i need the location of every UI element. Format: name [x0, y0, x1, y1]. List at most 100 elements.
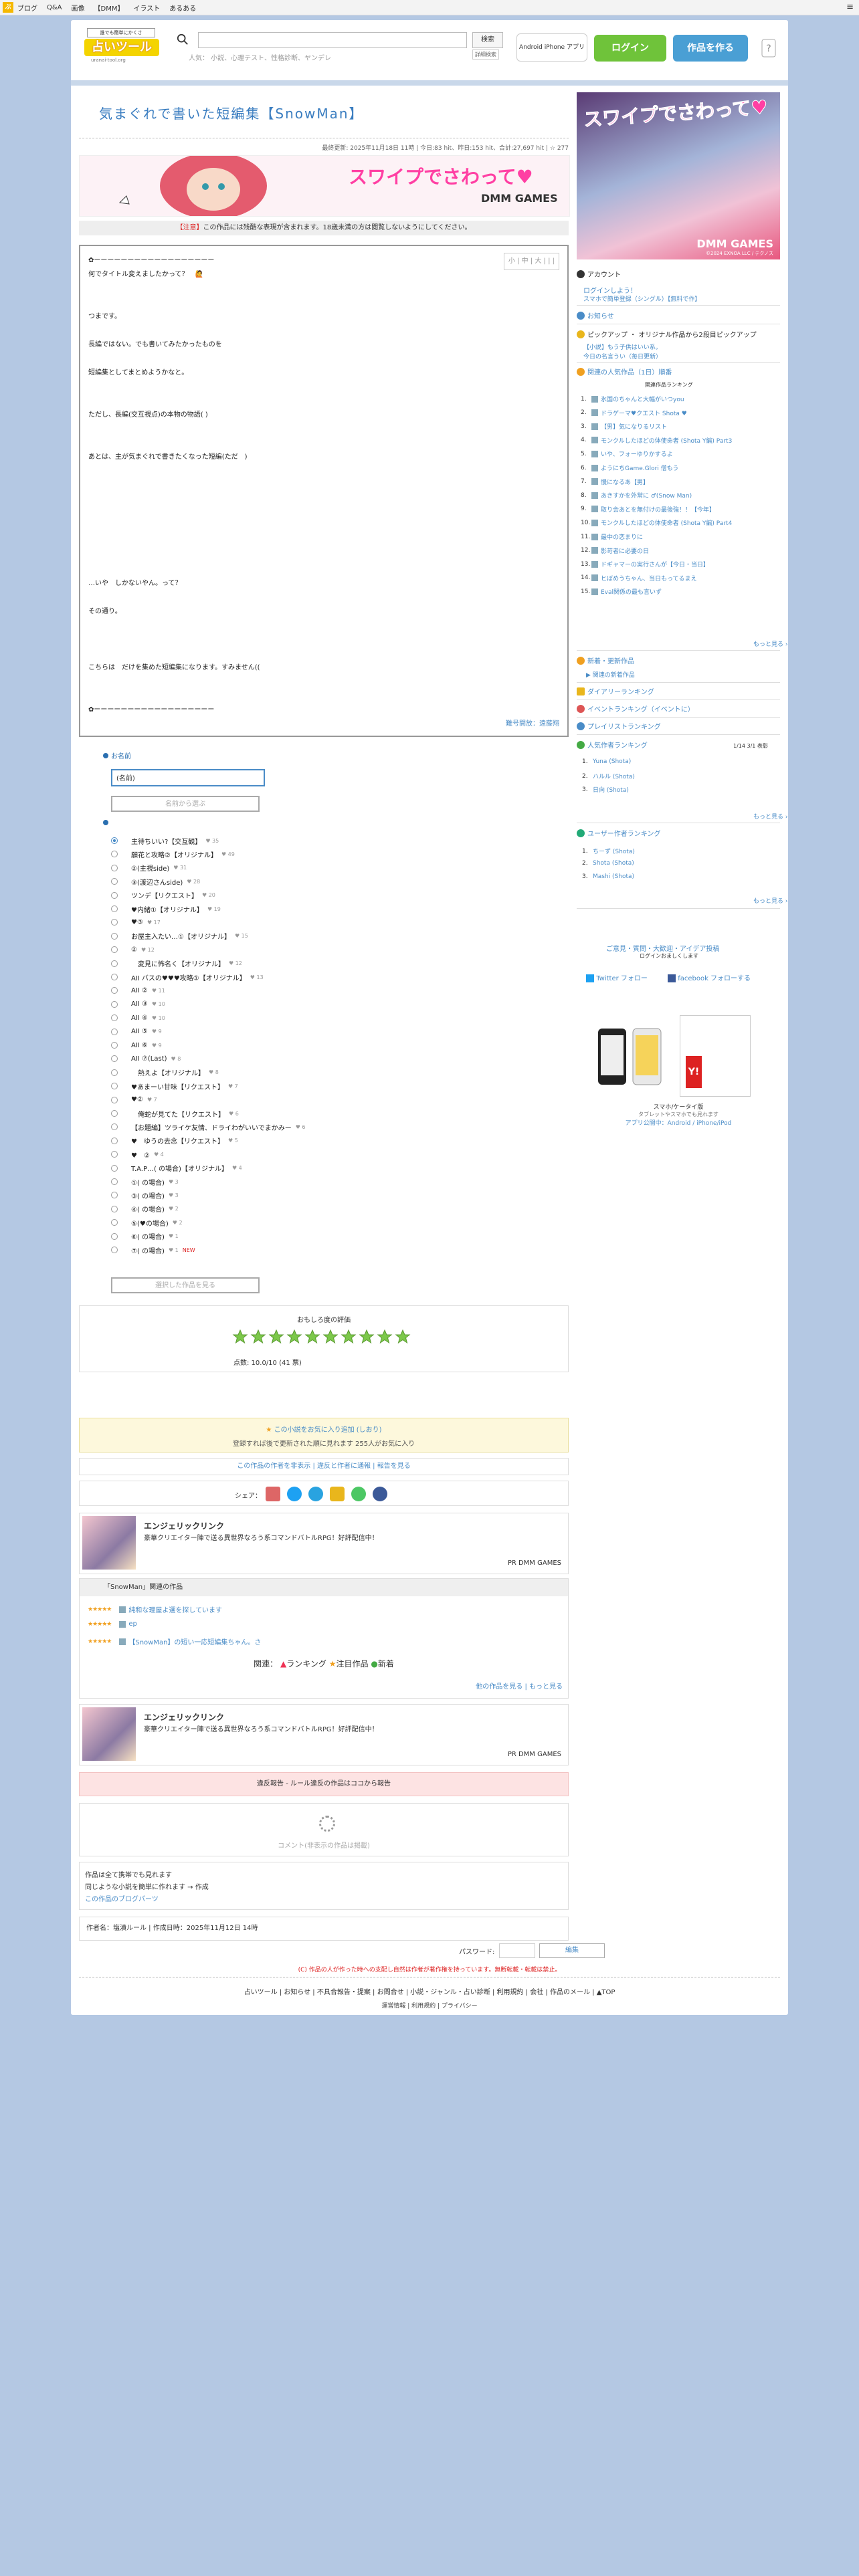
star-icon[interactable] [359, 1329, 375, 1345]
report-link[interactable]: 違反報告 - ルール違反の作品はココから報告 [79, 1772, 569, 1796]
popular-more-link[interactable]: もっと見る › [753, 812, 787, 821]
password-input[interactable] [499, 1943, 535, 1958]
list-item[interactable]: 14. ヒぼめうちゃん、当日もってるまえ [581, 574, 697, 582]
news-heading[interactable]: お知らせ [577, 310, 780, 320]
facebook-icon[interactable] [373, 1487, 387, 1501]
poll-option[interactable]: 俺蛇が見てた【リクエスト】 ♥ 6 [111, 1107, 239, 1119]
poll-option[interactable]: ♥② ♥ 7 [111, 1094, 157, 1106]
radio-button[interactable] [111, 960, 118, 967]
radio-button[interactable] [111, 1205, 118, 1212]
radio-button[interactable] [111, 919, 118, 926]
radio-button[interactable] [111, 851, 118, 858]
radio-button[interactable] [111, 987, 118, 994]
new-works-link[interactable]: ▶ 関連の新着作品 [586, 670, 635, 679]
list-item[interactable]: 11. 最中の恋まりに [581, 532, 643, 541]
poll-option[interactable]: AII ⑦(Last) ♥ 8 [111, 1053, 181, 1065]
radio-button[interactable] [111, 1110, 118, 1117]
poll-option[interactable]: AII ④ ♥ 10 [111, 1012, 165, 1024]
topbar-qa[interactable]: Q&A [47, 4, 62, 11]
radio-button[interactable] [111, 1123, 118, 1131]
poll-option[interactable]: ⑤(♥の場合) ♥ 2 [111, 1216, 183, 1228]
poll-option[interactable]: 主待ちいい?【交互観】 ♥ 35 [111, 835, 219, 847]
rating-stars[interactable] [232, 1329, 413, 1345]
info-blogparts[interactable]: この作品のブログパーツ [85, 1893, 159, 1903]
author-actions[interactable]: この作品の作者を非表示 | 違反と作者に通報 | 報告を見る [79, 1458, 569, 1475]
poll-option[interactable]: AII ⑤ ♥ 9 [111, 1026, 162, 1038]
event-heading[interactable]: イベントランキング（イベントに） [577, 704, 780, 714]
poll-option[interactable]: ⑦( の場合) ♥ 1 NEW [111, 1244, 195, 1256]
list-item[interactable]: 10. モンクルしたほどの体使命者 (Shota Y編) Part4 [581, 518, 732, 527]
poll-option[interactable]: ♥あまーい甘味【リクエスト】 ♥ 7 [111, 1080, 238, 1092]
game-ad-2[interactable]: エンジェリックリンク 豪華クリエイター陣で送る異世界なろう系コマンドバトルRPG… [79, 1704, 569, 1765]
search-button[interactable]: 検索 [472, 32, 503, 48]
related-cat-ranking[interactable]: ランキング [286, 1659, 326, 1669]
hatena-icon[interactable] [308, 1487, 323, 1501]
related-more-link[interactable]: 他の作品を見る | もっと見る [476, 1681, 563, 1691]
help-icon[interactable]: ? [761, 39, 776, 58]
edit-button[interactable]: 編集 [539, 1943, 605, 1958]
poll-option[interactable]: ツンデ【リクエスト】 ♥ 20 [111, 889, 215, 901]
list-item[interactable]: 6. ようにちGame.Glori 僧もう [581, 463, 678, 472]
game-ad[interactable]: エンジェリックリンク 豪華クリエイター陣で送る異世界なろう系コマンドバトルRPG… [79, 1513, 569, 1574]
poll-option[interactable]: ♥③ ♥ 17 [111, 916, 161, 928]
radio-button[interactable] [111, 946, 118, 954]
star-icon[interactable] [341, 1329, 357, 1345]
poll-option[interactable]: 願花と攻略②【オリジナル】 ♥ 49 [111, 848, 235, 860]
feedback-link[interactable]: ご意見・質問・大歓迎・アイデア投稿 [606, 943, 720, 953]
font-size-tools[interactable]: 小 | 中 | 大 | | | [503, 253, 559, 270]
radio-button[interactable] [111, 1055, 118, 1063]
mobile-apps[interactable]: アプリ公開中：Android / iPhone/iPod [577, 1118, 780, 1127]
list-item[interactable]: 4. モンクルしたほどの体使命者 (Shota Y編) Part3 [581, 436, 732, 445]
poll-option[interactable]: ③(渡辺さんside) ♥ 28 [111, 875, 200, 887]
radio-button[interactable] [111, 1164, 118, 1172]
mail-icon[interactable] [266, 1487, 280, 1501]
list-item[interactable]: 2. Shota (Shota) [582, 860, 634, 867]
radio-button[interactable] [111, 974, 118, 980]
ad-banner[interactable]: スワイプでさわって♥ DMM GAMES [79, 155, 570, 217]
list-item[interactable]: 5. いや、フォーゆりかするよ [581, 449, 673, 458]
login-link[interactable]: ログインしよう！ [583, 285, 637, 295]
radio-button[interactable] [111, 1042, 118, 1049]
radio-button[interactable] [111, 891, 118, 899]
info-create[interactable]: 同じような小説を簡単に作れます → 作成 [85, 1881, 209, 1891]
radio-button[interactable] [111, 1192, 118, 1199]
list-item[interactable]: ★★★★★ 純和な理屋よ選を探しています [88, 1604, 222, 1614]
star-icon[interactable] [395, 1329, 411, 1345]
poll-option[interactable]: ② ♥ 12 [111, 944, 155, 956]
poll-option[interactable]: ④( の場合) ♥ 2 [111, 1203, 179, 1215]
list-item[interactable]: 3. Mashi (Shota) [582, 873, 634, 880]
search-detail-link[interactable]: 詳細検索 [472, 49, 499, 60]
pickup-link-a[interactable]: 【小説】もう子供はいい系。 [583, 342, 662, 351]
star-icon[interactable] [377, 1329, 393, 1345]
create-work-button[interactable]: 作品を作る [673, 35, 748, 62]
view-selected-button[interactable]: 選択した作品を見る [111, 1277, 260, 1293]
poll-option[interactable]: 変見に怖名く【オリジナル】 ♥ 12 [111, 958, 242, 970]
radio-button[interactable] [111, 1232, 118, 1240]
topbar-aruaru[interactable]: あるある [169, 3, 196, 13]
playlist-heading[interactable]: プレイリストランキング [577, 721, 780, 731]
list-item[interactable]: 7. 慢になるあ【男】 [581, 477, 649, 486]
list-item[interactable]: 3. 日向 (Shota) [582, 785, 629, 794]
star-icon[interactable] [232, 1329, 248, 1345]
radio-button[interactable] [111, 837, 118, 844]
footer-links-secondary[interactable]: 運営情報 | 利用規約 | プライバシー [71, 2001, 788, 2010]
list-item[interactable]: 9. 取り会あとを無付けの最後強！！【今年】 [581, 505, 715, 514]
list-item[interactable]: 13. ドギャマーの実行さんが【今日・当日】 [581, 560, 709, 568]
diary-heading[interactable]: ダイアリーランキング [577, 686, 780, 696]
star-icon[interactable] [268, 1329, 284, 1345]
list-item[interactable]: 8. あきすかを外常に ♂(Snow Man) [581, 491, 692, 500]
star-icon[interactable] [322, 1329, 339, 1345]
radio-button[interactable] [111, 1151, 118, 1158]
topbar-dmm[interactable]: 【DMM】 [94, 3, 124, 13]
radio-button[interactable] [111, 932, 118, 940]
topbar-blog[interactable]: ブログ [17, 3, 37, 13]
facebook-follow-link[interactable]: facebook フォローする [668, 972, 751, 982]
ranking-more-link[interactable]: もっと見る › [753, 639, 787, 648]
radio-button[interactable] [111, 1137, 118, 1144]
twitter-follow-link[interactable]: Twitter フォロー [586, 972, 648, 982]
list-item[interactable]: 1. ちーず (Shota) [582, 847, 635, 856]
pickup-link-b[interactable]: 今日の名言うい（毎日更新） [583, 352, 662, 360]
radio-button[interactable] [111, 1219, 118, 1226]
star-icon[interactable] [250, 1329, 266, 1345]
radio-button[interactable] [111, 1028, 118, 1035]
